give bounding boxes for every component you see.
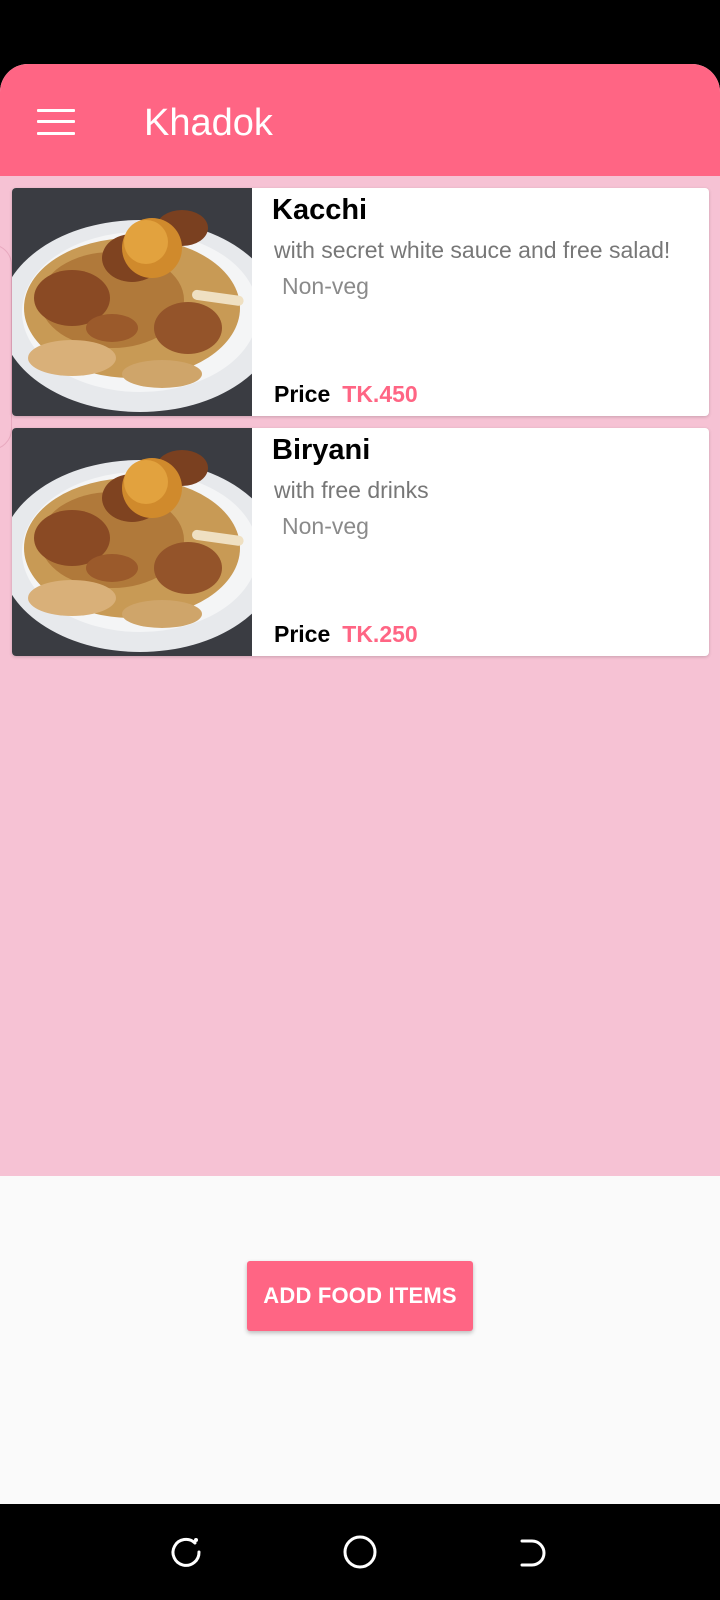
food-card[interactable]: Kacchi with secret white sauce and free … xyxy=(12,188,709,416)
food-card[interactable]: Biryani with free drinks Non-veg Price T… xyxy=(12,428,709,656)
app-window: Khadok Kacchi with secret white sauce an… xyxy=(0,64,720,1504)
home-button[interactable] xyxy=(332,1524,388,1580)
add-food-items-button[interactable]: ADD FOOD ITEMS xyxy=(247,1261,473,1331)
recents-icon xyxy=(171,1537,201,1567)
app-title: Khadok xyxy=(144,102,273,144)
food-description: with free drinks xyxy=(274,477,429,503)
food-name: Kacchi xyxy=(272,194,368,226)
back-icon xyxy=(520,1539,546,1567)
app-root: Khadok Kacchi with secret white sauce an… xyxy=(0,0,720,1600)
price-label: Price xyxy=(274,620,331,647)
price-label: Price xyxy=(274,380,331,407)
status-bar xyxy=(0,0,720,64)
price-row: Price TK.450 xyxy=(274,378,418,410)
drawer-edge-handle[interactable] xyxy=(0,244,12,450)
food-list[interactable]: Kacchi with secret white sauce and free … xyxy=(0,176,720,1176)
bottom-action-area: ADD FOOD ITEMS xyxy=(0,1176,720,1504)
system-navigation-bar xyxy=(0,1504,720,1600)
back-button[interactable] xyxy=(505,1524,561,1580)
recents-button[interactable] xyxy=(158,1524,214,1580)
price-row: Price TK.250 xyxy=(274,618,418,650)
menu-button[interactable] xyxy=(28,94,84,150)
price-value: TK.250 xyxy=(342,620,418,647)
food-description: with secret white sauce and free salad! xyxy=(274,237,671,263)
food-image xyxy=(12,188,252,416)
home-icon xyxy=(343,1535,377,1569)
food-image xyxy=(12,428,252,656)
toolbar: Khadok xyxy=(0,64,720,176)
food-type: Non-veg xyxy=(282,273,369,299)
food-name: Biryani xyxy=(272,434,371,466)
hamburger-menu-icon xyxy=(37,109,75,135)
food-type: Non-veg xyxy=(282,513,369,539)
price-value: TK.450 xyxy=(342,380,418,407)
